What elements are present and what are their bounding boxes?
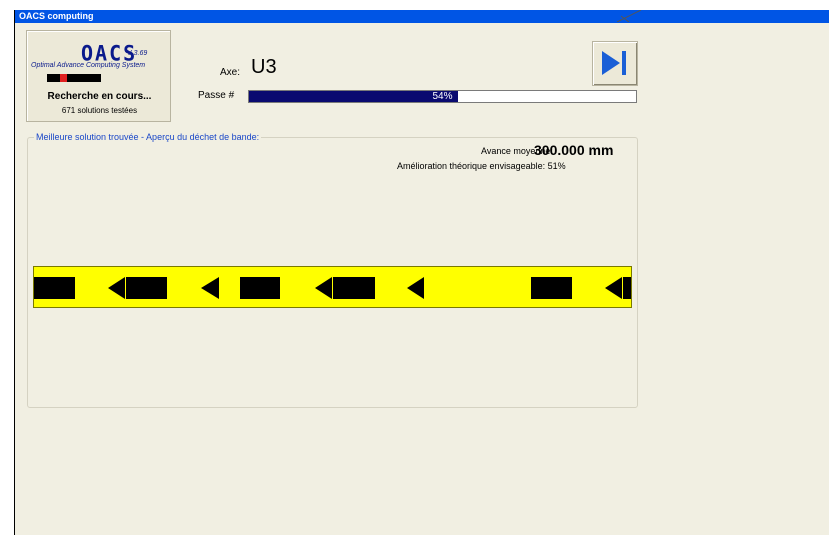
band-waste-preview [33, 266, 632, 308]
window-title: OACS computing [15, 10, 829, 23]
activity-indicator [47, 74, 101, 82]
strip-block [333, 277, 375, 299]
best-solution-legend: Meilleure solution trouvée - Aperçu du d… [34, 132, 262, 142]
pass-progress-bar: 54% [248, 90, 637, 103]
axe-value: U3 [251, 56, 277, 78]
strip-block [623, 277, 631, 299]
activity-indicator-mark [60, 74, 67, 82]
pass-label: Passe # [198, 90, 235, 101]
search-status: Recherche en cours... [47, 91, 152, 102]
pass-progress-text: 54% [432, 91, 453, 102]
skip-to-end-icon [602, 51, 626, 75]
strip-block [126, 277, 167, 299]
amelioration-text: Amélioration théorique envisageable: 51% [397, 161, 566, 171]
title-corner-decoration [616, 10, 642, 22]
logo-status-panel: OACS V 3.69 Optimal Advance Computing Sy… [26, 30, 171, 122]
strip-block [531, 277, 572, 299]
avance-moyenne-value: 300.000 mm [534, 142, 614, 158]
strip-block [34, 277, 75, 299]
logo-version: V 3.69 [127, 50, 148, 57]
skip-to-end-button[interactable] [592, 41, 638, 86]
solutions-tested-count: 671 solutions testées [61, 106, 138, 115]
logo-tagline: Optimal Advance Computing System [31, 62, 146, 69]
axe-label: Axe: [220, 67, 241, 78]
main-window: OACS computing OACS V 3.69 Optimal Advan… [14, 10, 829, 535]
strip-block [240, 277, 280, 299]
